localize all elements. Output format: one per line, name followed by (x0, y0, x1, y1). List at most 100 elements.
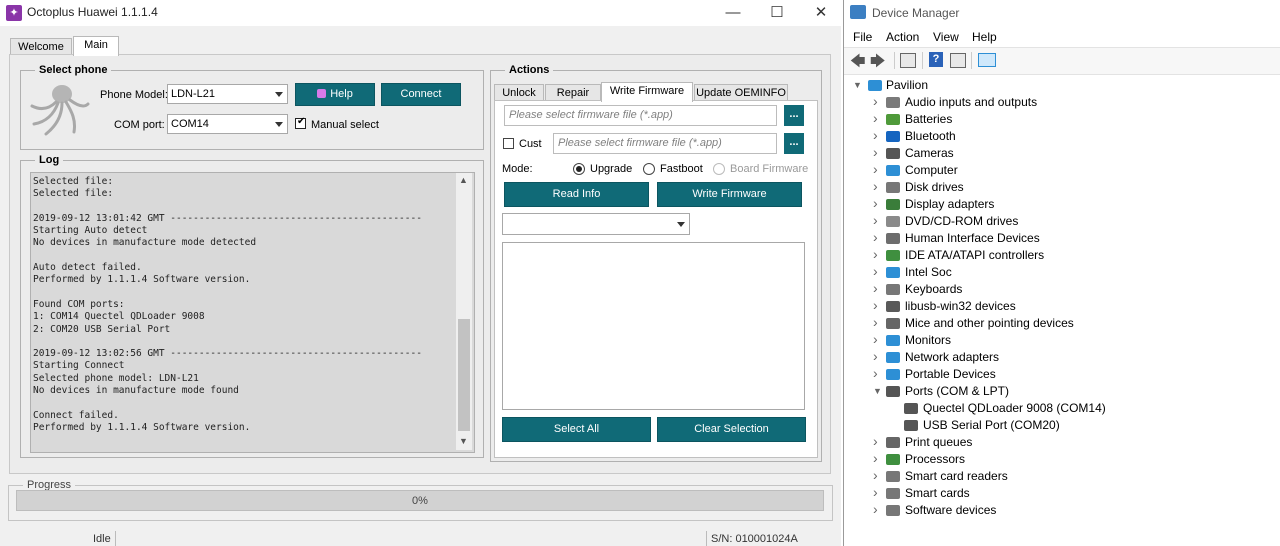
device-category-item[interactable]: Smart card readers (905, 468, 1008, 485)
tab-update-oeminfo[interactable]: Update OEMINFO (694, 84, 788, 101)
clear-selection-button[interactable]: Clear Selection (657, 417, 806, 442)
maximize-button[interactable]: ☐ (754, 0, 800, 26)
read-info-button[interactable]: Read Info (504, 182, 649, 207)
device-category-item[interactable]: Keyboards (905, 281, 962, 298)
connect-button[interactable]: Connect (381, 83, 461, 106)
device-category-item[interactable]: Network adapters (905, 349, 999, 366)
mode-board-firmware-radio[interactable] (713, 163, 725, 175)
device-category-item[interactable]: IDE ATA/ATAPI controllers (905, 247, 1044, 264)
device-category-item[interactable]: Disk drives (905, 179, 964, 196)
back-arrow-icon[interactable]: 🡄 (850, 51, 866, 76)
menu-action[interactable]: Action (886, 30, 919, 44)
chevron-right-icon[interactable]: › (873, 484, 878, 500)
write-firmware-button[interactable]: Write Firmware (657, 182, 802, 207)
chevron-right-icon[interactable]: › (873, 110, 878, 126)
chevron-right-icon[interactable]: › (873, 178, 878, 194)
log-scrollbar[interactable]: ▲ ▼ (456, 173, 472, 450)
device-category-item[interactable]: Monitors (905, 332, 951, 349)
chevron-down-icon (275, 92, 283, 97)
chevron-right-icon[interactable]: › (873, 501, 878, 517)
octoplus-app-icon: ✦ (6, 5, 22, 21)
menu-help[interactable]: Help (972, 30, 997, 44)
tree-root-pavilion[interactable]: Pavilion (886, 77, 928, 94)
device-category-item[interactable]: libusb-win32 devices (905, 298, 1016, 315)
chevron-right-icon[interactable]: › (873, 161, 878, 177)
chevron-right-icon[interactable]: › (873, 93, 878, 109)
mouse-icon (886, 318, 900, 329)
device-category-item[interactable]: Intel Soc (905, 264, 952, 281)
device-item[interactable]: Quectel QDLoader 9008 (COM14) (923, 400, 1106, 417)
device-category-item[interactable]: Computer (905, 162, 958, 179)
help-button[interactable]: Help (295, 83, 375, 106)
close-button[interactable]: ✕ (798, 0, 841, 26)
com-port-combo[interactable]: COM14 (167, 114, 288, 134)
device-item[interactable]: USB Serial Port (COM20) (923, 417, 1060, 434)
firmware-file-input[interactable]: Please select firmware file (*.app) (504, 105, 777, 126)
phone-model-combo[interactable]: LDN-L21 (167, 84, 288, 104)
manual-select-checkbox[interactable]: ✔ (295, 116, 306, 129)
tab-main[interactable]: Main (73, 36, 119, 56)
device-category-item[interactable]: Smart cards (905, 485, 970, 502)
chevron-right-icon[interactable]: › (873, 450, 878, 466)
chevron-right-icon[interactable]: › (873, 263, 878, 279)
forward-arrow-icon[interactable]: 🡆 (870, 51, 886, 76)
chevron-right-icon[interactable]: › (873, 246, 878, 262)
minimize-button[interactable]: — (710, 0, 756, 26)
scroll-down-icon[interactable]: ▼ (459, 436, 468, 446)
help-icon[interactable]: ? (929, 52, 943, 67)
device-category-item[interactable]: Print queues (905, 434, 972, 451)
device-category-item[interactable]: Software devices (905, 502, 996, 519)
chevron-right-icon[interactable]: › (873, 433, 878, 449)
device-category-item[interactable]: Ports (COM & LPT) (905, 383, 1009, 400)
device-category-item[interactable]: Processors (905, 451, 965, 468)
scan-hardware-icon[interactable] (978, 53, 996, 67)
cust-checkbox[interactable] (503, 138, 514, 149)
select-all-button[interactable]: Select All (502, 417, 651, 442)
device-category-item[interactable]: Audio inputs and outputs (905, 94, 1037, 111)
mode-upgrade-radio[interactable] (573, 163, 585, 175)
chevron-right-icon[interactable]: › (873, 297, 878, 313)
device-category-item[interactable]: Mice and other pointing devices (905, 315, 1074, 332)
tab-welcome[interactable]: Welcome (10, 38, 72, 55)
browse-firmware-button[interactable]: ... (784, 105, 804, 126)
device-tree[interactable]: ▼ Pavilion › Audio inputs and outputs › Bat… (844, 74, 1280, 546)
menu-view[interactable]: View (933, 30, 959, 44)
chevron-down-icon[interactable]: ▼ (853, 80, 862, 90)
chevron-right-icon[interactable]: › (873, 348, 878, 364)
show-hidden-icon[interactable] (950, 53, 966, 68)
chevron-right-icon[interactable]: › (873, 314, 878, 330)
chevron-right-icon[interactable]: › (873, 467, 878, 483)
chevron-right-icon[interactable]: › (873, 144, 878, 160)
device-category-item[interactable]: Batteries (905, 111, 952, 128)
chevron-right-icon[interactable]: › (873, 127, 878, 143)
processor-icon (886, 454, 900, 465)
device-category-item[interactable]: Display adapters (905, 196, 994, 213)
toolbar: 🡄 🡆 ? (844, 47, 1280, 75)
partition-list[interactable] (502, 242, 805, 410)
port-icon (904, 420, 918, 431)
scrollbar-thumb[interactable] (458, 319, 470, 431)
partition-combo[interactable] (502, 213, 690, 235)
tab-repair[interactable]: Repair (545, 84, 601, 101)
chevron-right-icon[interactable]: › (873, 212, 878, 228)
device-category-item[interactable]: Bluetooth (905, 128, 956, 145)
tab-unlock[interactable]: Unlock (494, 84, 544, 101)
chevron-down-icon[interactable]: ▼ (873, 386, 882, 396)
chevron-right-icon[interactable]: › (873, 365, 878, 381)
mode-fastboot-radio[interactable] (643, 163, 655, 175)
chevron-right-icon[interactable]: › (873, 229, 878, 245)
device-category-item[interactable]: DVD/CD-ROM drives (905, 213, 1018, 230)
chevron-right-icon[interactable]: › (873, 280, 878, 296)
phone-model-value: LDN-L21 (171, 88, 216, 100)
browse-cust-button[interactable]: ... (784, 133, 804, 154)
chevron-right-icon[interactable]: › (873, 195, 878, 211)
properties-icon[interactable] (900, 53, 916, 68)
menu-file[interactable]: File (853, 30, 872, 44)
device-category-item[interactable]: Portable Devices (905, 366, 996, 383)
tab-write-firmware[interactable]: Write Firmware (601, 82, 693, 102)
cust-file-input[interactable]: Please select firmware file (*.app) (553, 133, 777, 154)
device-category-item[interactable]: Human Interface Devices (905, 230, 1040, 247)
scroll-up-icon[interactable]: ▲ (459, 175, 468, 185)
device-category-item[interactable]: Cameras (905, 145, 954, 162)
chevron-right-icon[interactable]: › (873, 331, 878, 347)
